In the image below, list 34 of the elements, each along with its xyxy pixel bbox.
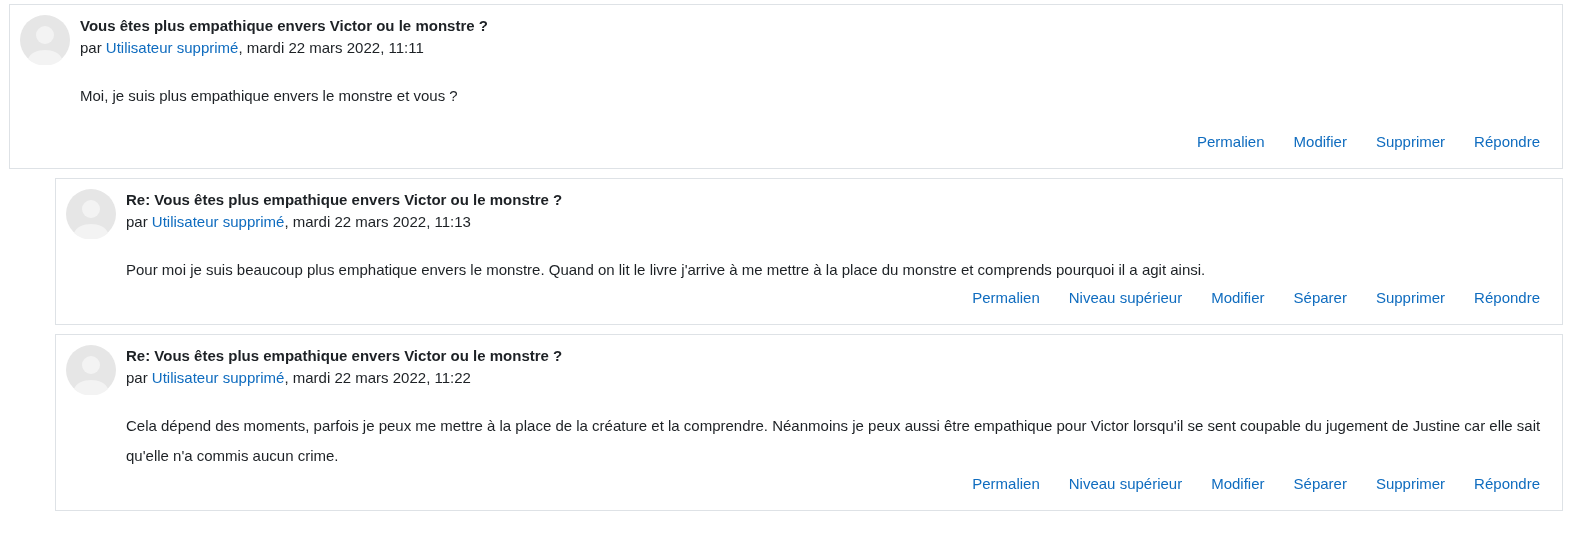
action-link[interactable]: Permalien [972,287,1040,309]
action-link[interactable]: Niveau supérieur [1068,287,1183,309]
action-link[interactable]: Permalien [972,473,1040,495]
action-link[interactable]: Séparer [1293,473,1347,495]
post-body: Pour moi je suis beaucoup plus emphatique envers le monstre. Quand on lit le livre j'arrive à me mettre à la place du monstre et comprends pourquoi il a agit ainsi. [126,260,1207,280]
action-link[interactable]: Supprimer [1375,287,1446,309]
author-prefix: par [80,39,102,56]
action-link[interactable]: Permalien [1197,131,1265,153]
author-link[interactable]: Utilisateur supprimé [151,213,285,230]
action-link[interactable]: Supprimer [1375,473,1446,495]
author-prefix: par [126,213,148,230]
action-link[interactable]: Niveau supérieur [1068,473,1183,495]
action-link[interactable]: Répondre [1474,473,1540,495]
post-body: Moi, je suis plus empathique envers le monstre et vous ? [80,86,459,106]
post-title: Re: Vous êtes plus empathique envers Victor ou le monstre ? [126,190,564,210]
author-link[interactable]: Utilisateur supprimé [151,369,285,386]
action-link[interactable]: Modifier [1211,473,1265,495]
author-link[interactable]: Utilisateur supprimé [105,39,239,56]
author-prefix: par [126,369,148,386]
post-title: Vous êtes plus empathique envers Victor ou le monstre ? [80,16,489,36]
action-link[interactable]: Modifier [1211,287,1265,309]
action-link[interactable]: Répondre [1474,287,1540,309]
post-date: , mardi 22 mars 2022, 11:11 [238,39,424,56]
post-body: Cela dépend des moments, parfois je peux me mettre à la place de la créature et la comprendre. Néanmoins je peux aussi être empathique pour Victor lorsqu'il se sent coupable du jugement de Justine car elle sait qu'elle n'a commis aucun crime. [126,416,1542,466]
avatar-icon [66,189,116,239]
action-link[interactable]: Modifier [1293,131,1347,153]
post-title: Re: Vous êtes plus empathique envers Victor ou le monstre ? [126,346,564,366]
avatar-icon [66,345,116,395]
action-link[interactable]: Répondre [1474,131,1540,153]
action-link[interactable]: Supprimer [1375,131,1446,153]
avatar-icon [20,15,70,65]
post-date: , mardi 22 mars 2022, 11:13 [284,213,471,230]
action-link[interactable]: Séparer [1293,287,1347,309]
post-date: , mardi 22 mars 2022, 11:22 [284,369,471,386]
